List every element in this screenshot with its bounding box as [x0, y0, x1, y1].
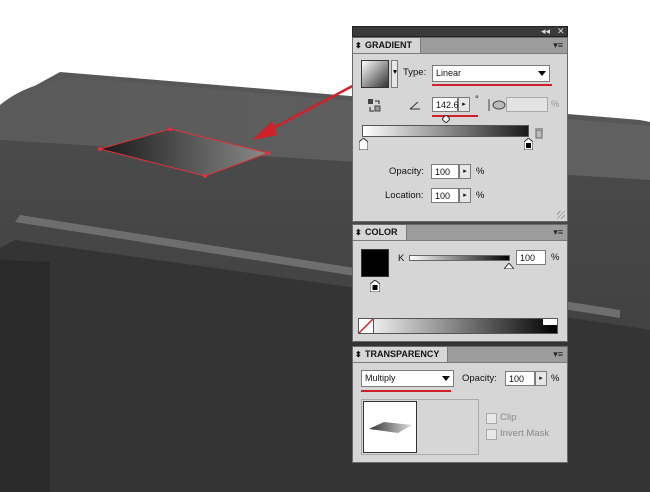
trash-icon[interactable]	[534, 127, 544, 139]
none-color-swatch[interactable]	[358, 318, 374, 334]
gradient-type-select[interactable]: Linear	[432, 65, 550, 82]
aspect-percent: %	[551, 99, 560, 110]
angle-input[interactable]: 142.6	[432, 97, 459, 112]
highlight-underline	[432, 84, 552, 86]
close-icon[interactable]: ✕	[557, 25, 565, 37]
k-slider-thumb[interactable]	[502, 261, 516, 270]
opacity-label: Opacity:	[389, 166, 424, 177]
color-spectrum-bar[interactable]	[358, 318, 558, 334]
blend-mode-select[interactable]: Multiply	[361, 370, 454, 387]
transparency-tabbar: ⬍ TRANSPARENCY ▾≡	[353, 347, 567, 363]
object-thumbnail[interactable]	[363, 401, 417, 453]
midpoint-diamond[interactable]	[441, 114, 451, 124]
aspect-ratio-icon	[486, 98, 506, 112]
angle-stepper[interactable]: ▸	[458, 97, 470, 112]
clip-checkbox[interactable]	[486, 413, 497, 424]
gradient-swatch[interactable]	[361, 60, 389, 88]
collapse-icon[interactable]: ◂◂	[541, 25, 550, 37]
stepper-arrow-icon: ▸	[463, 168, 467, 175]
panel-menu-icon[interactable]: ▾≡	[553, 226, 563, 238]
tab-arrow-icon: ⬍	[355, 228, 362, 237]
stepper-arrow-icon: ▸	[539, 375, 543, 382]
location-label: Location:	[385, 190, 424, 201]
location-percent: %	[476, 190, 485, 201]
color-panel: ⬍ COLOR ▾≡ K 100 %	[352, 224, 568, 342]
transparency-tab[interactable]: ⬍ TRANSPARENCY	[353, 347, 449, 362]
angle-icon	[409, 100, 421, 110]
k-value: 100	[520, 253, 536, 263]
out-of-gamut-icon	[369, 279, 381, 293]
tab-arrow-icon: ⬍	[355, 41, 362, 50]
stepper-arrow-icon: ▸	[463, 192, 467, 199]
color-tab[interactable]: ⬍ COLOR	[353, 225, 407, 240]
transparency-opacity-label: Opacity:	[462, 373, 497, 384]
stop-location-input[interactable]: 100	[431, 188, 459, 203]
gradient-tab-label: GRADIENT	[365, 40, 412, 50]
k-channel-label: K	[398, 253, 405, 264]
angle-value: 142.6	[436, 100, 459, 110]
angle-highlight-underline	[432, 115, 478, 117]
degree-symbol: °	[475, 94, 479, 105]
opacity-percent: %	[476, 166, 485, 177]
color-stop-white[interactable]	[358, 137, 369, 151]
anchor-point[interactable]	[266, 151, 270, 155]
gradient-type-value: Linear	[436, 68, 462, 78]
color-tabbar: ⬍ COLOR ▾≡	[353, 225, 567, 241]
k-slider-track[interactable]	[409, 255, 510, 261]
anchor-point[interactable]	[203, 174, 207, 178]
type-label: Type:	[403, 67, 427, 78]
gradient-swatch-dropdown[interactable]	[391, 60, 398, 88]
white-swatch[interactable]	[543, 319, 557, 325]
stop-opacity-input[interactable]: 100	[431, 164, 459, 179]
gradient-ramp[interactable]	[362, 125, 529, 137]
mask-preview-area	[361, 399, 479, 455]
transparency-panel: ⬍ TRANSPARENCY ▾≡ Multiply Opacity: 100 ▸…	[352, 346, 568, 463]
k-value-input[interactable]: 100	[516, 250, 546, 265]
panel-menu-icon[interactable]: ▾≡	[553, 348, 563, 360]
color-stop-black[interactable]	[523, 137, 534, 151]
anchor-point[interactable]	[98, 147, 102, 151]
transparency-opacity-value: 100	[509, 374, 525, 384]
fill-color-swatch[interactable]	[361, 249, 389, 277]
stop-location-value: 100	[435, 191, 451, 201]
panel-dock-titlebar: ◂◂ ✕	[352, 26, 568, 37]
gradient-tab[interactable]: ⬍ GRADIENT	[353, 38, 421, 53]
blend-highlight-underline	[361, 390, 451, 392]
chevron-down-icon	[442, 376, 450, 381]
resize-grip[interactable]	[557, 211, 565, 219]
transparency-percent: %	[551, 373, 560, 384]
stop-location-stepper[interactable]: ▸	[459, 188, 471, 203]
blend-mode-value: Multiply	[365, 373, 396, 383]
anchor-point[interactable]	[168, 127, 172, 131]
reverse-gradient-icon[interactable]	[367, 98, 382, 113]
stepper-arrow-icon: ▸	[462, 101, 466, 108]
stop-opacity-stepper[interactable]: ▸	[459, 164, 471, 179]
transparency-tab-label: TRANSPARENCY	[365, 349, 440, 359]
k-percent: %	[551, 252, 560, 263]
transparency-opacity-stepper[interactable]: ▸	[535, 371, 547, 386]
gradient-panel: ⬍ GRADIENT ▾≡ Type: Linear 142.6 ▸ ° % Op…	[352, 37, 568, 222]
aspect-ratio-input	[506, 97, 548, 112]
transparency-opacity-input[interactable]: 100	[505, 371, 535, 386]
panel-menu-icon[interactable]: ▾≡	[553, 39, 563, 51]
gradient-tabbar: ⬍ GRADIENT ▾≡	[353, 38, 567, 54]
invert-mask-label: Invert Mask	[500, 428, 550, 439]
chevron-down-icon	[538, 71, 546, 76]
color-tab-label: COLOR	[365, 227, 398, 237]
stop-opacity-value: 100	[435, 167, 451, 177]
tab-arrow-icon: ⬍	[355, 350, 362, 359]
invert-mask-checkbox[interactable]	[486, 429, 497, 440]
clip-label: Clip	[500, 412, 517, 423]
device-shadow	[0, 260, 50, 492]
